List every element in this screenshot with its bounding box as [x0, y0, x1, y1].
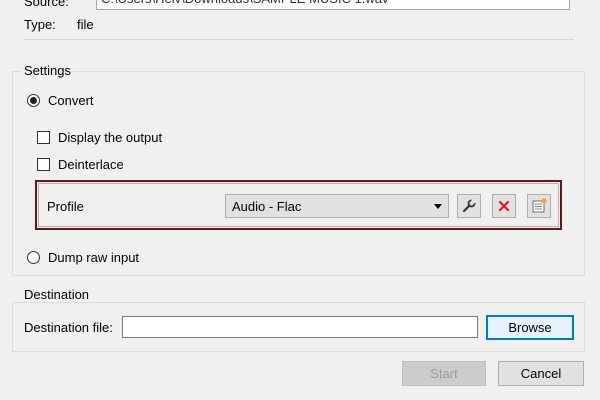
- new-profile-icon: [532, 198, 547, 213]
- browse-button[interactable]: Browse: [486, 315, 574, 340]
- chevron-down-icon: [434, 204, 442, 209]
- dump-raw-label[interactable]: Dump raw input: [48, 250, 139, 265]
- display-output-checkbox[interactable]: [37, 131, 50, 144]
- divider: [24, 39, 574, 40]
- profile-select-value: Audio - Flac: [232, 199, 302, 214]
- close-icon: [498, 200, 510, 212]
- convert-radio-label[interactable]: Convert: [48, 93, 94, 108]
- delete-profile-button[interactable]: [492, 194, 516, 218]
- wrench-icon: [462, 199, 476, 213]
- source-field[interactable]: C:\Users\Heiv\Downloads\SAMPLE MUSIC 1.w…: [96, 0, 570, 10]
- edit-profile-button[interactable]: [457, 194, 481, 218]
- destination-file-input[interactable]: [122, 316, 478, 338]
- settings-group: [12, 71, 585, 276]
- convert-radio[interactable]: [27, 94, 40, 107]
- settings-group-title: Settings: [22, 63, 73, 78]
- dump-raw-radio[interactable]: [27, 251, 40, 264]
- new-profile-button[interactable]: [527, 194, 551, 218]
- deinterlace-checkbox[interactable]: [37, 158, 50, 171]
- display-output-label[interactable]: Display the output: [58, 130, 162, 145]
- type-label: Type:: [24, 17, 56, 32]
- destination-file-label: Destination file:: [24, 320, 113, 335]
- start-button[interactable]: Start: [402, 361, 486, 386]
- deinterlace-label[interactable]: Deinterlace: [58, 157, 124, 172]
- type-value: file: [77, 17, 94, 32]
- cancel-button[interactable]: Cancel: [498, 361, 584, 386]
- destination-group-title: Destination: [22, 287, 92, 302]
- profile-label: Profile: [47, 199, 84, 214]
- source-label: Source:: [24, 0, 69, 9]
- profile-select[interactable]: Audio - Flac: [225, 194, 449, 218]
